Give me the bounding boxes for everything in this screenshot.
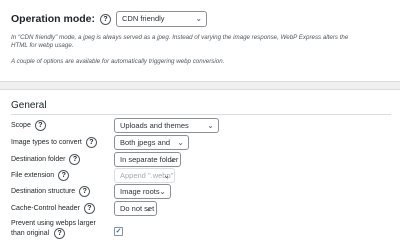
file-extension-row: File extension ? — [11, 170, 70, 181]
chevron-down-icon: ⌄ — [207, 121, 214, 130]
chevron-down-icon: ⌄ — [195, 14, 203, 23]
operation-mode-select[interactable]: CDN friendly ⌄ — [116, 11, 208, 27]
scope-row: Scope ? — [11, 120, 46, 131]
cache-control-select[interactable]: Do not set ⌄ — [114, 201, 157, 216]
section-divider — [11, 114, 391, 115]
chevron-down-icon: ⌄ — [163, 171, 170, 180]
cache-control-row: Cache-Control header ? — [11, 203, 95, 214]
operation-mode-note: A couple of options are available for au… — [11, 58, 225, 65]
operation-mode-value: CDN friendly — [122, 14, 165, 23]
file-extension-label-wrap: File extension ? — [11, 170, 70, 181]
prevent-larger-label-wrap: Prevent using webps larger than original… — [11, 219, 96, 239]
destination-structure-label: Destination structure — [11, 188, 76, 195]
destination-structure-select[interactable]: Image roots ⌄ — [114, 184, 171, 199]
cache-control-label: Cache-Control header — [11, 205, 80, 212]
prevent-larger-label-line1: Prevent using webps larger — [11, 220, 96, 227]
file-extension-select: Append ".webp" ⌄ — [114, 168, 175, 183]
help-icon[interactable]: ? — [58, 170, 70, 181]
chevron-down-icon: ⌄ — [145, 204, 152, 213]
cache-control-label-wrap: Cache-Control header ? — [11, 203, 95, 214]
scope-label-wrap: Scope ? — [11, 120, 46, 131]
help-icon[interactable]: ? — [34, 120, 46, 131]
operation-mode-description: In "CDN friendly" mode, a jpeg is always… — [11, 34, 349, 49]
help-icon[interactable]: ? — [83, 203, 95, 214]
chevron-down-icon: ⌄ — [177, 138, 184, 147]
operation-mode-row: Operation mode: ? CDN friendly ⌄ — [11, 11, 208, 27]
help-icon[interactable]: ? — [54, 228, 66, 239]
image-types-row: Image types to convert ? — [11, 137, 97, 148]
general-heading: General — [11, 100, 47, 111]
chevron-down-icon: ⌄ — [169, 155, 176, 164]
destination-folder-row: Destination folder ? — [11, 154, 81, 165]
image-types-label-wrap: Image types to convert ? — [11, 137, 97, 148]
help-icon[interactable]: ? — [85, 137, 97, 148]
general-panel: General Scope ? Uploads and themes ⌄ Ima… — [0, 89, 400, 243]
help-icon[interactable]: ? — [69, 154, 81, 165]
destination-folder-select[interactable]: In separate folder ⌄ — [114, 152, 181, 167]
chevron-down-icon: ⌄ — [159, 187, 166, 196]
image-types-label: Image types to convert — [11, 139, 82, 146]
destination-structure-value: Image roots — [120, 187, 160, 196]
help-icon[interactable]: ? — [100, 13, 112, 25]
help-icon[interactable]: ? — [79, 186, 91, 197]
destination-folder-label-wrap: Destination folder ? — [11, 154, 81, 165]
operation-mode-label: Operation mode: — [11, 13, 96, 25]
file-extension-label: File extension — [11, 172, 55, 179]
prevent-larger-checkbox[interactable]: ✓ — [114, 227, 123, 236]
scope-label: Scope — [11, 122, 31, 129]
destination-structure-row: Destination structure ? — [11, 186, 91, 197]
image-types-select[interactable]: Both jpegs and pngs ⌄ — [114, 135, 189, 160]
operation-mode-panel: Operation mode: ? CDN friendly ⌄ In "CDN… — [0, 0, 400, 82]
destination-folder-label: Destination folder — [11, 156, 66, 163]
scope-select[interactable]: Uploads and themes ⌄ — [114, 118, 219, 133]
prevent-larger-row: Prevent using webps larger than original… — [11, 219, 96, 239]
destination-structure-label-wrap: Destination structure ? — [11, 186, 91, 197]
prevent-larger-label-line2: than original — [11, 230, 50, 237]
prevent-larger-label-line2-wrap: than original ? — [11, 228, 96, 239]
scope-value: Uploads and themes — [120, 121, 189, 130]
